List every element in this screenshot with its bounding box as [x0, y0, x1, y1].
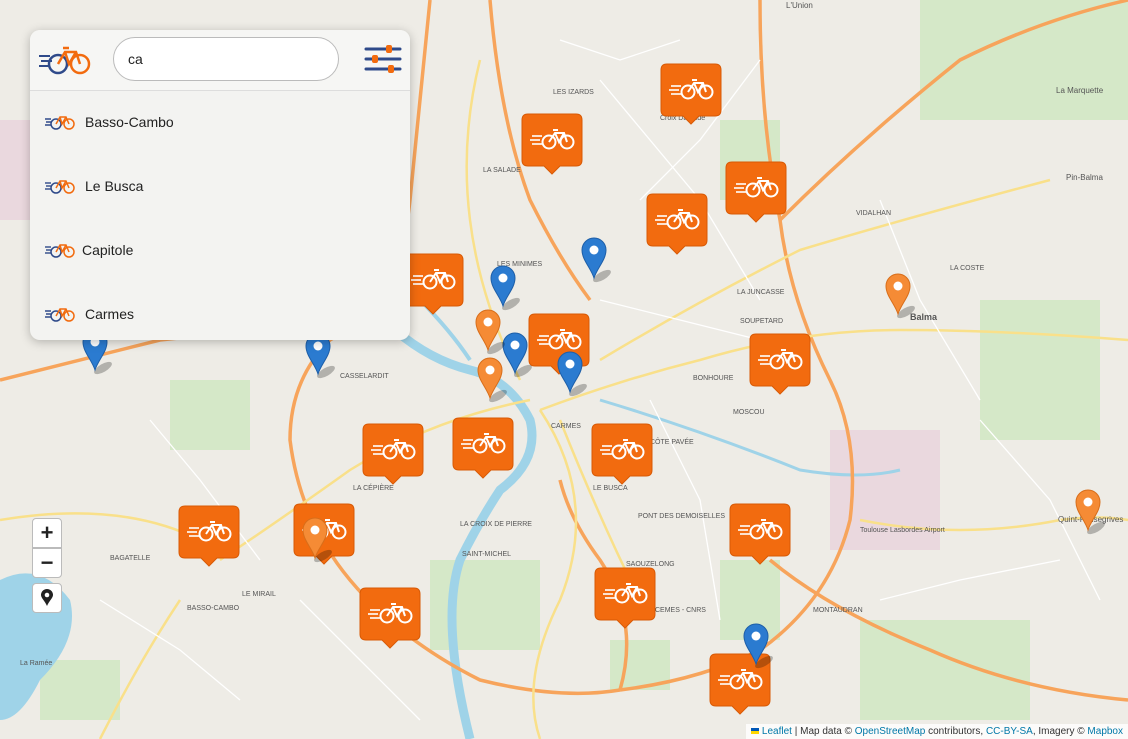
map-label: SAOUZELONG — [626, 561, 675, 568]
osm-link[interactable]: OpenStreetMap — [855, 726, 926, 737]
bike-logo-icon[interactable] — [38, 42, 92, 76]
bike-station-marker[interactable] — [363, 424, 423, 484]
map-label: LES IZARDS — [553, 89, 594, 96]
map-label: SAINT-MICHEL — [462, 551, 511, 558]
map-label: La Ramée — [20, 660, 52, 667]
filter-sliders-icon[interactable] — [364, 44, 402, 74]
map-label: Toulouse Lasbordes Airport — [860, 527, 945, 534]
map-label: BASSO-CAMBO — [187, 605, 240, 612]
map-label: LE MIRAIL — [242, 591, 276, 598]
bike-station-marker[interactable] — [522, 114, 582, 174]
mapbox-link[interactable]: Mapbox — [1087, 726, 1123, 737]
attribution-text: contributors, — [928, 726, 984, 737]
map-label: LA SALADE — [483, 167, 521, 174]
map-label: CARMES — [551, 423, 581, 430]
location-marker-icon — [41, 589, 53, 606]
search-panel: Basso-Cambo Le Busca Capitole — [30, 30, 410, 340]
bike-station-marker[interactable] — [750, 334, 810, 394]
map-label: BONHOURE — [693, 375, 734, 382]
bike-station-marker[interactable] — [647, 194, 707, 254]
map-label: LA JUNCASSE — [737, 289, 785, 296]
bike-station-marker[interactable] — [595, 568, 655, 628]
zoom-out-button[interactable]: − — [32, 548, 62, 578]
locate-button[interactable] — [32, 583, 62, 613]
search-result-label: Capitole — [82, 242, 134, 258]
search-result-item[interactable]: Capitole — [30, 218, 410, 282]
map-label: SOUPETARD — [740, 318, 783, 325]
attribution-text: | Map data © — [794, 726, 852, 737]
map-label: BAGATELLE — [110, 555, 151, 562]
search-result-item[interactable]: Basso-Cambo — [30, 90, 410, 154]
bike-station-marker[interactable] — [661, 64, 721, 124]
bike-station-marker[interactable] — [360, 588, 420, 648]
map-label: CASSELARDIT — [340, 373, 389, 380]
bike-station-marker[interactable] — [592, 424, 652, 484]
bike-station-icon — [45, 308, 75, 322]
map-attribution: Leaflet | Map data © OpenStreetMap contr… — [746, 724, 1128, 739]
search-results-list: Basso-Cambo Le Busca Capitole Carmes — [30, 90, 410, 340]
bike-station-marker[interactable] — [453, 418, 513, 478]
leaflet-link[interactable]: Leaflet — [762, 726, 792, 737]
bike-station-marker[interactable] — [179, 506, 239, 566]
map-label: LA CROIX DE PIERRE — [460, 521, 532, 528]
ukraine-flag-icon — [751, 728, 760, 735]
bike-station-marker[interactable] — [726, 162, 786, 222]
search-input[interactable] — [113, 37, 339, 81]
map-label: MOSCOU — [733, 409, 765, 416]
map-label: LE BUSCA — [593, 485, 628, 492]
attribution-text: , Imagery © — [1032, 726, 1085, 737]
zoom-in-button[interactable]: + — [32, 518, 62, 548]
bike-station-icon — [45, 116, 75, 130]
map-label: LA CÉPIÈRE — [353, 483, 394, 492]
map-label: LA COSTE — [950, 265, 985, 272]
search-result-item[interactable]: Carmes — [30, 282, 410, 340]
map-label: CEMES - CNRS — [655, 607, 706, 614]
license-link[interactable]: CC-BY-SA — [986, 726, 1033, 737]
map-label: Balma — [910, 312, 938, 322]
map-label: MONTAUDRAN — [813, 607, 863, 614]
bike-station-marker[interactable] — [403, 254, 463, 314]
search-result-item[interactable]: Le Busca — [30, 154, 410, 218]
search-result-label: Carmes — [85, 306, 135, 322]
bike-station-icon — [45, 244, 75, 258]
search-result-label: Le Busca — [85, 178, 144, 194]
map-label: Pin-Balma — [1066, 173, 1103, 182]
map-label: CÔTE PAVÉE — [650, 437, 694, 446]
map-label: L'Union — [786, 1, 813, 10]
map-label: VIDALHAN — [856, 210, 891, 217]
bike-station-marker[interactable] — [730, 504, 790, 564]
map-label: La Marquette — [1056, 86, 1104, 95]
search-result-label: Basso-Cambo — [85, 114, 174, 130]
bike-station-icon — [45, 180, 75, 194]
map-label: PONT DES DEMOISELLES — [638, 513, 725, 520]
search-header — [30, 30, 410, 91]
